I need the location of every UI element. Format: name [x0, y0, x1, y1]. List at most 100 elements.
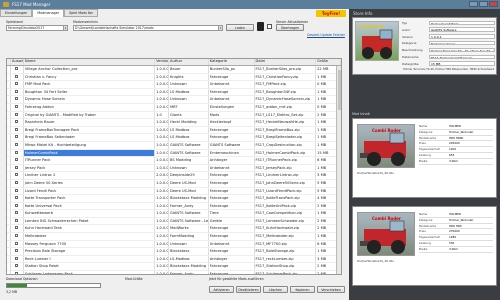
delete-button[interactable]: Löschen: [263, 286, 288, 293]
row-checkbox[interactable]: [11, 217, 24, 225]
checkbox[interactable]: [14, 127, 18, 131]
checkbox[interactable]: [14, 74, 18, 78]
row-checkbox[interactable]: [11, 164, 24, 172]
transfer-button[interactable]: Übertragen: [276, 24, 304, 31]
table-row[interactable]: Kuhwettbewerb 1.0.0.0 GIANTS Software Tiere…: [7, 210, 341, 218]
row-checkbox[interactable]: [11, 263, 24, 271]
checkbox[interactable]: [14, 173, 18, 177]
row-checkbox[interactable]: [11, 248, 24, 255]
checkbox[interactable]: [14, 67, 18, 70]
checkbox[interactable]: [14, 82, 18, 86]
row-checkbox[interactable]: [11, 157, 24, 164]
checkbox[interactable]: [14, 234, 18, 238]
deactivate-button[interactable]: Deaktivieren: [236, 286, 261, 293]
checkbox[interactable]: [14, 203, 18, 207]
row-checkbox[interactable]: [11, 134, 24, 141]
maximize-button[interactable]: [479, 1, 488, 7]
checkbox[interactable]: [14, 158, 18, 162]
checkbox[interactable]: [14, 135, 18, 139]
col-header-select[interactable]: Auswahl: [11, 59, 24, 65]
table-row[interactable]: Melkroboter 1.0.0.0 FarmModding Fahrzeuge FS…: [7, 233, 341, 241]
scrollbar-thumb[interactable]: [337, 70, 341, 110]
table-row[interactable]: Mhwo Mistel Kit - Hochbeteiligung 1.0.0.0…: [7, 141, 341, 150]
update-fetcher-link[interactable]: Gesamt Update Fetcher: [307, 33, 345, 37]
table-row[interactable]: Fahrzeug Addon 1.0.0.0 MRT Einstellungen FS1…: [7, 103, 341, 112]
tab-settings[interactable]: Einstellungen: [0, 9, 33, 17]
table-row[interactable]: Village Anchor Collection_pro 1.0.0.0 Baue…: [7, 66, 341, 74]
row-checkbox[interactable]: [11, 111, 24, 119]
table-row[interactable]: Christian v. Fancy 2.0.0.0 Knights Fahrzeug…: [7, 73, 341, 82]
vertical-scrollbar[interactable]: [336, 66, 341, 274]
table-row[interactable]: Boughton 34 Fert Seller 1.0.0.0 LS Modbox F…: [7, 88, 341, 97]
row-checkbox[interactable]: [11, 141, 24, 149]
checkbox[interactable]: [14, 104, 18, 108]
row-checkbox[interactable]: [11, 149, 24, 157]
row-checkbox[interactable]: [11, 119, 24, 126]
checkbox[interactable]: [14, 165, 18, 169]
row-checkbox[interactable]: [11, 73, 24, 81]
row-checkbox[interactable]: [11, 103, 24, 111]
checkbox[interactable]: [14, 89, 18, 93]
table-row[interactable]: Kotte Transporter Pack 1.0.0.0 Blackstaxx …: [7, 195, 341, 203]
table-row[interactable]: Lemken BIG Schwaderrechen Paket 1.0.0.0 GI…: [7, 217, 341, 226]
col-header-name[interactable]: Name: [24, 59, 156, 65]
row-checkbox[interactable]: [11, 88, 24, 96]
col-header-category[interactable]: Kategorie: [209, 59, 255, 65]
table-row[interactable]: Lizard Fendt Pack 1.0.0.0 Deere US-Mod Fahr…: [7, 187, 341, 196]
checkbox[interactable]: [14, 226, 18, 230]
table-row[interactable]: Original by GIANTS - Modified by Trober 1…: [7, 111, 341, 120]
row-checkbox[interactable]: [11, 195, 24, 202]
row-checkbox[interactable]: [11, 240, 24, 248]
table-row[interactable]: Rapsrhein Bauer 1.0.0.0 Heckl Modding Heckl…: [7, 119, 341, 127]
table-row[interactable]: ITRunner Pack 1.0.0.0 BS Modding Anhänger FS…: [7, 157, 341, 165]
checkbox[interactable]: [14, 150, 18, 154]
checkbox[interactable]: [14, 180, 18, 184]
table-row[interactable]: Massey Ferguson 7700 1.0.0.0 Unknown Unbeka…: [7, 240, 341, 249]
row-checkbox[interactable]: [11, 210, 24, 217]
checkbox[interactable]: [14, 211, 18, 215]
table-row[interactable]: Dynamic Hose Sorrain 1.0.0.0 Unknown Unbeka…: [7, 96, 341, 104]
table-row[interactable]: Jersey Pack 1.0.0.0 Unknown Unbekannt FS17_J…: [7, 164, 341, 173]
table-row[interactable]: Kuhn Hochwald Tank 1.0.0.0 ModWorks Fahrzeu…: [7, 225, 341, 234]
col-header-author[interactable]: Author: [169, 59, 209, 65]
table-row[interactable]: Bregl FrameBoxTronagee Pack 1.0.0.0 LS Mod…: [7, 126, 341, 135]
load-button[interactable]: Laden: [226, 24, 254, 31]
table-row[interactable]: John Deere 50-Series 1.0.0.0 Deere US-Mod F…: [7, 179, 341, 188]
row-checkbox[interactable]: [11, 81, 24, 88]
row-checkbox[interactable]: [11, 179, 24, 187]
sync-checkbox[interactable]: [267, 24, 272, 29]
row-checkbox[interactable]: [11, 187, 24, 195]
tab-game-mods[interactable]: Spiel Mods tbc: [64, 9, 99, 17]
activate-button[interactable]: Aktivieren: [209, 286, 234, 293]
row-checkbox[interactable]: [11, 225, 24, 233]
checkbox[interactable]: [14, 142, 18, 146]
checkbox[interactable]: [14, 120, 18, 124]
mod-image-card[interactable]: Combi Roder HolmerTerraDosT4_30.dds Name…: [352, 206, 497, 286]
copy-button[interactable]: Kopieren: [290, 286, 315, 293]
checkbox[interactable]: [14, 256, 18, 260]
col-header-file[interactable]: Datei: [255, 59, 317, 65]
modpath-select[interactable]: D:\Gesamt\Landwirtschafts Simulator 2017…: [73, 25, 223, 31]
move-button[interactable]: Verschieben: [317, 286, 345, 293]
table-row[interactable]: Precision Bale Storage 1.0.0.0 Blackstaxx F…: [7, 248, 341, 256]
table-row[interactable]: FMP Mod Pack 1.0.0.0 Unknown Unbekannt FS17_…: [7, 81, 341, 89]
checkbox[interactable]: [14, 249, 18, 253]
mod-image-card[interactable]: Combi Roder HolmerTerraDosT4_40.dds Name…: [352, 118, 497, 198]
row-checkbox[interactable]: [11, 66, 24, 73]
checkbox[interactable]: [14, 196, 18, 200]
table-row[interactable]: Bregl FrameBox Seitenlader 1.0.0.0 LS Modb…: [7, 134, 341, 142]
checkbox[interactable]: [14, 264, 18, 268]
table-row[interactable]: Station Shop Paket 1.0.0.0 Blackstaxx Modd…: [7, 263, 341, 272]
row-checkbox[interactable]: [11, 233, 24, 240]
checkbox[interactable]: [14, 97, 18, 101]
close-button[interactable]: [489, 1, 498, 7]
col-header-size[interactable]: Größe: [316, 59, 341, 65]
row-checkbox[interactable]: [11, 126, 24, 134]
checkbox[interactable]: [14, 112, 18, 116]
col-header-version[interactable]: Version: [155, 59, 170, 65]
checkbox[interactable]: [14, 218, 18, 222]
table-row[interactable]: HolmerCombiPack 1.0.0.0 GIANTS Software Ern…: [7, 149, 341, 158]
row-checkbox[interactable]: [11, 172, 24, 179]
table-row[interactable]: Kotte Universal Pack 1.0.0.0 Farmer_Andy Fa…: [7, 202, 341, 211]
checkbox[interactable]: [14, 241, 18, 245]
